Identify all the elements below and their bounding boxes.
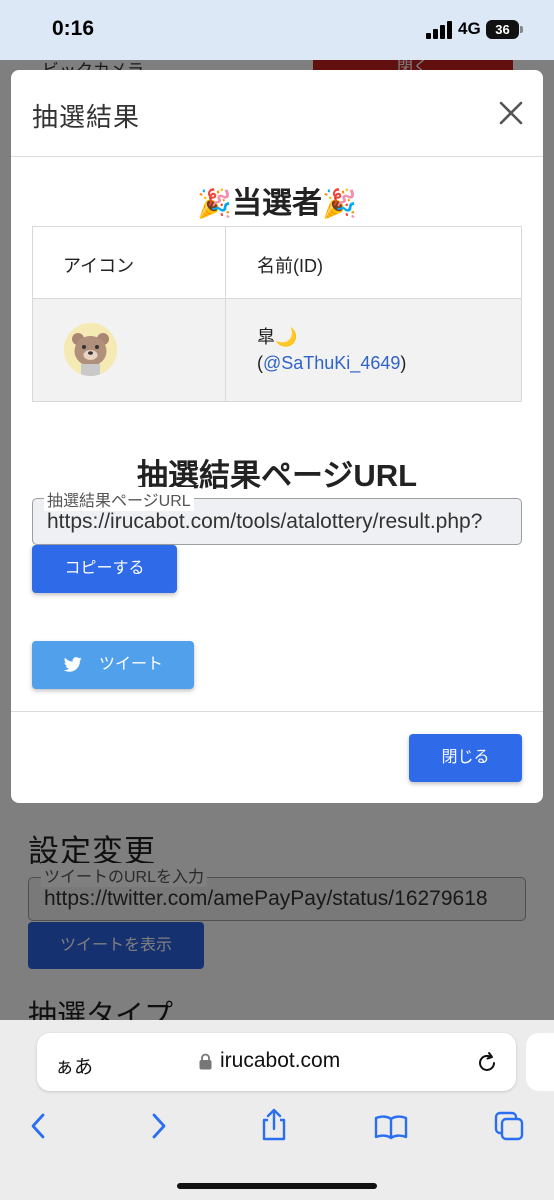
modal-title: 抽選結果 (32, 102, 141, 132)
bookmarks-icon[interactable] (374, 1114, 408, 1140)
column-header-name: 名前(ID) (257, 256, 323, 276)
winner-id: (@SaThuKi_4649) (257, 353, 406, 374)
battery-icon: 36 (486, 20, 519, 39)
status-bar: 0:16 4G 36 (0, 0, 554, 60)
copy-button[interactable]: コピーする (32, 545, 177, 593)
share-icon[interactable] (259, 1108, 289, 1142)
screen: ビックカメラ 閉く 設定変更 ツイートのURLを入力 https://twitt… (0, 0, 554, 1200)
address-domain: irucabot.com (220, 1049, 341, 1072)
back-icon[interactable] (28, 1112, 50, 1140)
battery-percent: 36 (495, 22, 510, 37)
close-icon[interactable] (496, 98, 526, 128)
winner-id-link[interactable]: @SaThuKi_4649 (263, 353, 400, 373)
column-divider (225, 227, 226, 401)
winner-id-close-paren: ) (400, 353, 407, 373)
lottery-result-modal: 抽選結果 🎉当選者🎉 アイコン 名前(ID) 皐🌙 (@SaThuKi_4649… (11, 70, 543, 803)
table-header-row: アイコン 名前(ID) (33, 227, 521, 299)
next-tab-preview[interactable] (526, 1033, 554, 1091)
party-popper-icon: 🎉 (322, 188, 357, 219)
tweet-button-label: ツイート (99, 656, 164, 673)
close-button[interactable]: 閉じる (409, 734, 522, 782)
battery-cap (520, 26, 523, 33)
column-header-icon: アイコン (63, 256, 135, 276)
reload-icon[interactable] (476, 1050, 498, 1074)
winner-table: アイコン 名前(ID) 皐🌙 (@SaThuKi_4649) (32, 226, 522, 402)
party-popper-icon: 🎉 (197, 188, 232, 219)
tweet-button[interactable]: ツイート (32, 641, 194, 689)
address-bar[interactable]: ぁあ irucabot.com (37, 1033, 516, 1091)
winner-title-text: 当選者 (232, 187, 322, 220)
network-type: 4G (458, 19, 481, 38)
browser-toolbar: ぁあ irucabot.com (0, 1020, 554, 1200)
twitter-bird-icon (64, 657, 82, 672)
avatar (64, 323, 117, 376)
page-settings-button[interactable]: ぁあ (55, 1052, 93, 1079)
modal-footer-divider (11, 711, 543, 712)
result-url-input-value: https://irucabot.com/tools/atalottery/re… (47, 510, 483, 533)
lock-icon (199, 1053, 212, 1070)
forward-icon[interactable] (147, 1112, 169, 1140)
cellular-signal-icon (426, 21, 452, 39)
status-time: 0:16 (52, 17, 95, 40)
modal-header: 抽選結果 (11, 70, 543, 157)
result-url-input-label: 抽選結果ページURL (44, 487, 194, 511)
winner-title: 🎉当選者🎉 (11, 178, 543, 222)
winner-name: 皐🌙 (257, 327, 298, 347)
tabs-icon[interactable] (493, 1110, 525, 1142)
home-indicator (177, 1183, 377, 1189)
bear-avatar-icon (64, 323, 117, 376)
